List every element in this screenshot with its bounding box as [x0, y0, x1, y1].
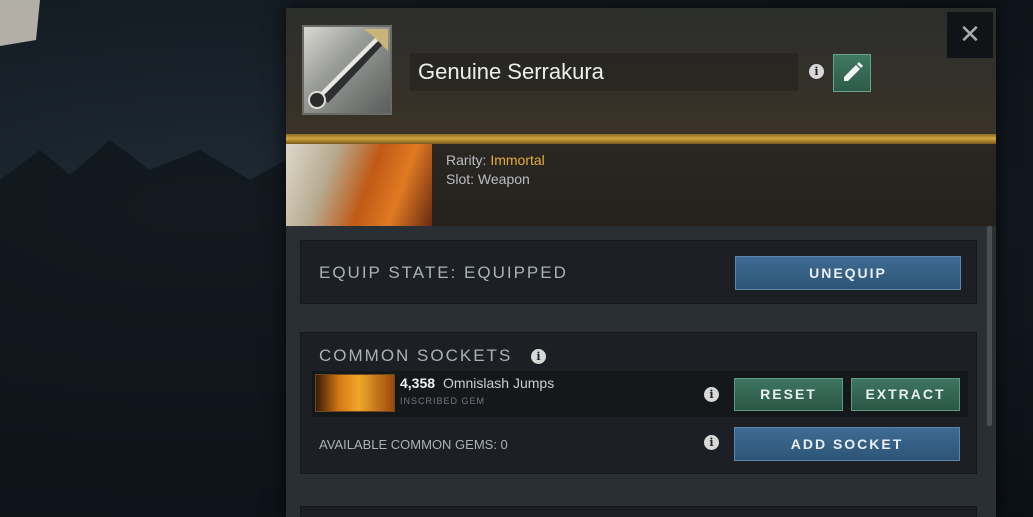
next-section [300, 506, 977, 517]
rarity-bar [286, 134, 996, 144]
background-scenery [0, 0, 286, 517]
gem-label: 4,358 Omnislash Jumps [400, 375, 554, 391]
slot-line: Slot: Weapon [446, 171, 530, 187]
item-details-panel: Genuine Serrakura i ✕ Rarity: Immortal S… [286, 8, 996, 517]
rarity-line: Rarity: Immortal [446, 152, 545, 168]
unequip-button[interactable]: UNEQUIP [735, 256, 961, 290]
sockets-section: COMMON SOCKETS i 4,358 Omnislash Jumps I… [300, 332, 977, 474]
add-socket-button[interactable]: ADD SOCKET [734, 427, 960, 461]
socket-icon [308, 91, 326, 109]
available-gems: AVAILABLE COMMON GEMS: 0 [319, 437, 508, 452]
available-info-icon[interactable]: i [704, 435, 719, 450]
rarity-value: Immortal [490, 152, 545, 168]
close-button[interactable]: ✕ [947, 12, 993, 58]
gem-info-icon[interactable]: i [704, 387, 719, 402]
equip-section: EQUIP STATE: EQUIPPED UNEQUIP [300, 240, 977, 304]
item-header: Genuine Serrakura i ✕ [286, 8, 996, 136]
scrollbar[interactable] [987, 226, 992, 426]
gem-icon [315, 374, 395, 412]
gem-count: 4,358 [400, 375, 436, 391]
edit-name-button[interactable] [833, 54, 871, 92]
item-name: Genuine Serrakura [418, 59, 604, 84]
item-body: EQUIP STATE: EQUIPPED UNEQUIP COMMON SOC… [286, 226, 996, 517]
gem-type: INSCRIBED GEM [400, 396, 486, 406]
hero-strip: Rarity: Immortal Slot: Weapon [286, 144, 996, 226]
sockets-info-icon[interactable]: i [531, 349, 546, 364]
item-name-box: Genuine Serrakura [410, 53, 798, 91]
equip-state: EQUIP STATE: EQUIPPED [319, 263, 568, 282]
pencil-icon [844, 62, 863, 81]
reset-button[interactable]: RESET [734, 378, 843, 411]
gem-row: 4,358 Omnislash Jumps INSCRIBED GEM i RE… [312, 371, 968, 417]
hero-portrait [286, 144, 432, 226]
sockets-title: COMMON SOCKETS [319, 346, 513, 365]
slot-value: Weapon [477, 171, 530, 187]
info-icon[interactable]: i [809, 64, 824, 79]
gem-name: Omnislash Jumps [442, 375, 555, 391]
extract-button[interactable]: EXTRACT [851, 378, 960, 411]
item-image [302, 25, 392, 115]
